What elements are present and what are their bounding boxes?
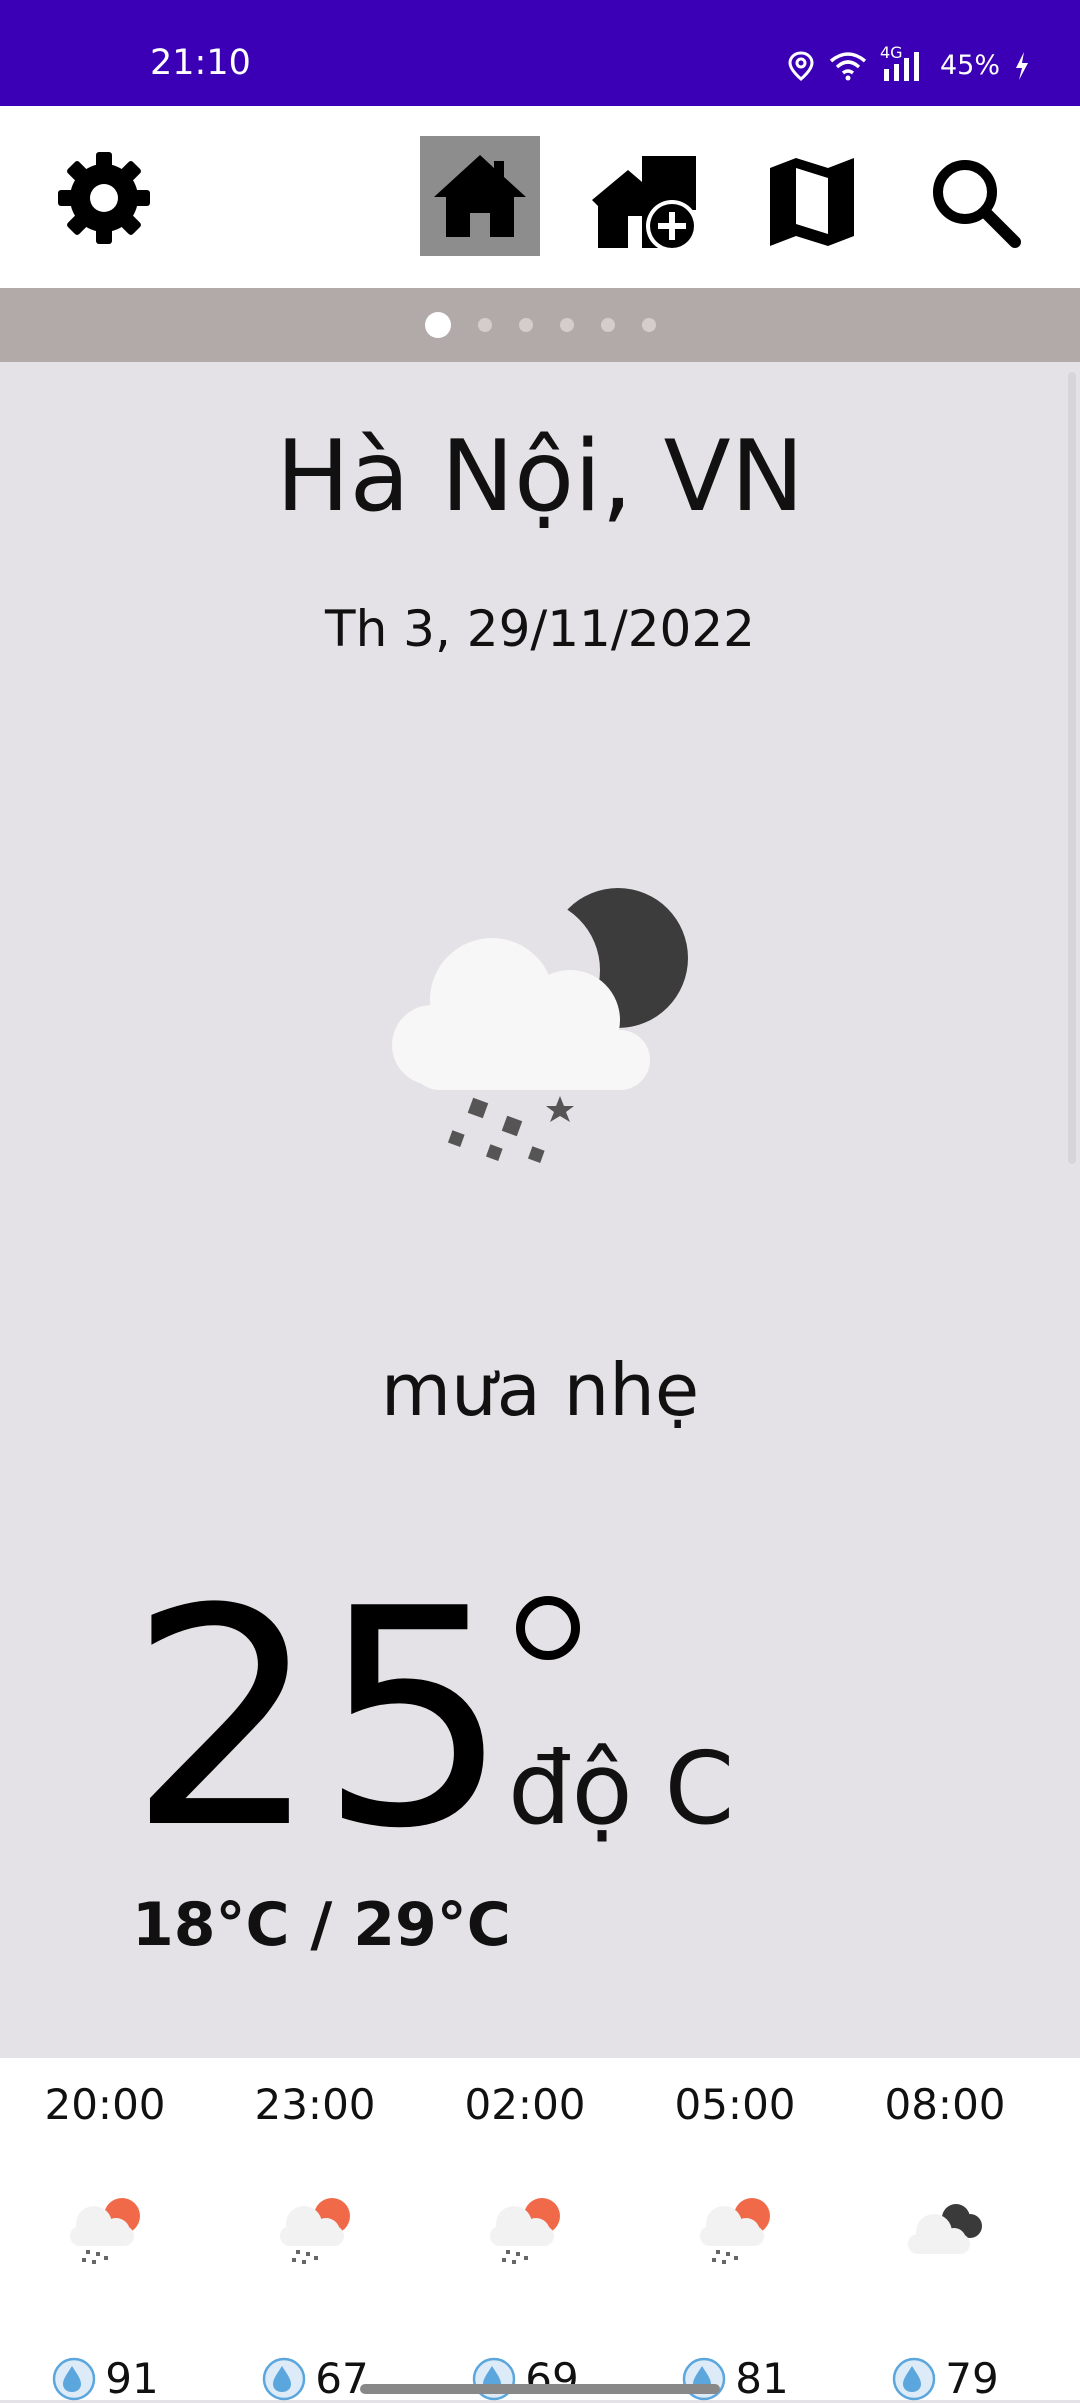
humidity-value: 81 [735,2354,789,2403]
battery-percent: 45% [939,50,1000,81]
hour-time: 20:00 [44,2080,166,2129]
min-max-temperature: 18°C / 29°C [132,1890,511,1960]
current-date: Th 3, 29/11/2022 [325,600,755,658]
add-location-button[interactable] [584,142,704,262]
home-icon [434,155,526,237]
status-bar: 21:10 4G 45% [0,0,1080,106]
humidity: 91 [0,2354,210,2403]
page-dot-6[interactable] [641,318,656,332]
current-temperature: 25 [128,1545,510,1894]
humidity-icon [893,2357,936,2400]
status-time: 21:10 [150,43,251,83]
hourly-item[interactable]: 05:00 81 [630,2058,840,2403]
network-type: 4G [879,42,903,62]
top-toolbar [0,106,1080,288]
humidity: 81 [630,2354,840,2403]
humidity-icon [473,2357,516,2400]
search-icon [933,160,1021,248]
light-rain-icon [280,2198,350,2264]
hour-time: 05:00 [674,2080,796,2129]
location-icon [788,50,814,81]
humidity-value: 69 [525,2354,579,2403]
add-location-icon [592,156,698,252]
page-dot-4[interactable] [559,318,574,332]
humidity: 67 [210,2354,420,2403]
wifi-icon [829,51,867,80]
hour-time: 08:00 [884,2080,1006,2129]
page-dot-2[interactable] [477,318,492,332]
page-dot-3[interactable] [518,318,533,332]
gesture-bar[interactable] [360,2384,720,2394]
humidity: 69 [420,2354,630,2403]
humidity: 79 [840,2354,1050,2403]
humidity-value: 91 [105,2354,159,2403]
hour-time: 02:00 [464,2080,586,2129]
page-indicator[interactable] [0,288,1080,362]
light-rain-icon [490,2198,560,2264]
degree-symbol [516,1596,580,1660]
temperature-unit: độ C [508,1730,735,1847]
weather-description: mưa nhẹ [380,1348,700,1432]
hourly-item[interactable]: 23:00 67 [210,2058,420,2403]
light-rain-night-icon [392,888,688,1163]
humidity-icon [263,2357,306,2400]
humidity-value: 79 [945,2354,999,2403]
home-button[interactable] [420,136,540,256]
map-button[interactable] [752,142,872,262]
city-name: Hà Nội, VN [275,420,805,534]
hourly-item[interactable]: 08:00 79 [840,2058,1050,2403]
settings-button[interactable] [48,142,160,254]
gear-icon [58,152,150,244]
humidity-icon [683,2357,726,2400]
cloudy-icon [908,2204,982,2254]
light-rain-icon [70,2198,140,2264]
signal-icon: 4G [880,43,926,81]
hourly-item[interactable]: 02:00 69 [420,2058,630,2403]
hour-time: 23:00 [254,2080,376,2129]
hourly-forecast[interactable]: 20:00 91 23:00 67 02:00 69 05:00 81 08:0… [0,2058,1080,2403]
map-icon [770,158,854,246]
humidity-icon [53,2357,96,2400]
page-dot-5[interactable] [600,318,615,332]
humidity-value: 67 [315,2354,369,2403]
status-icons: 4G 45% [788,43,1030,81]
search-button[interactable] [915,142,1035,262]
hourly-item[interactable]: 20:00 91 [0,2058,210,2403]
charging-icon [1016,51,1028,80]
light-rain-icon [700,2198,770,2264]
page-dot-1[interactable] [424,312,451,338]
